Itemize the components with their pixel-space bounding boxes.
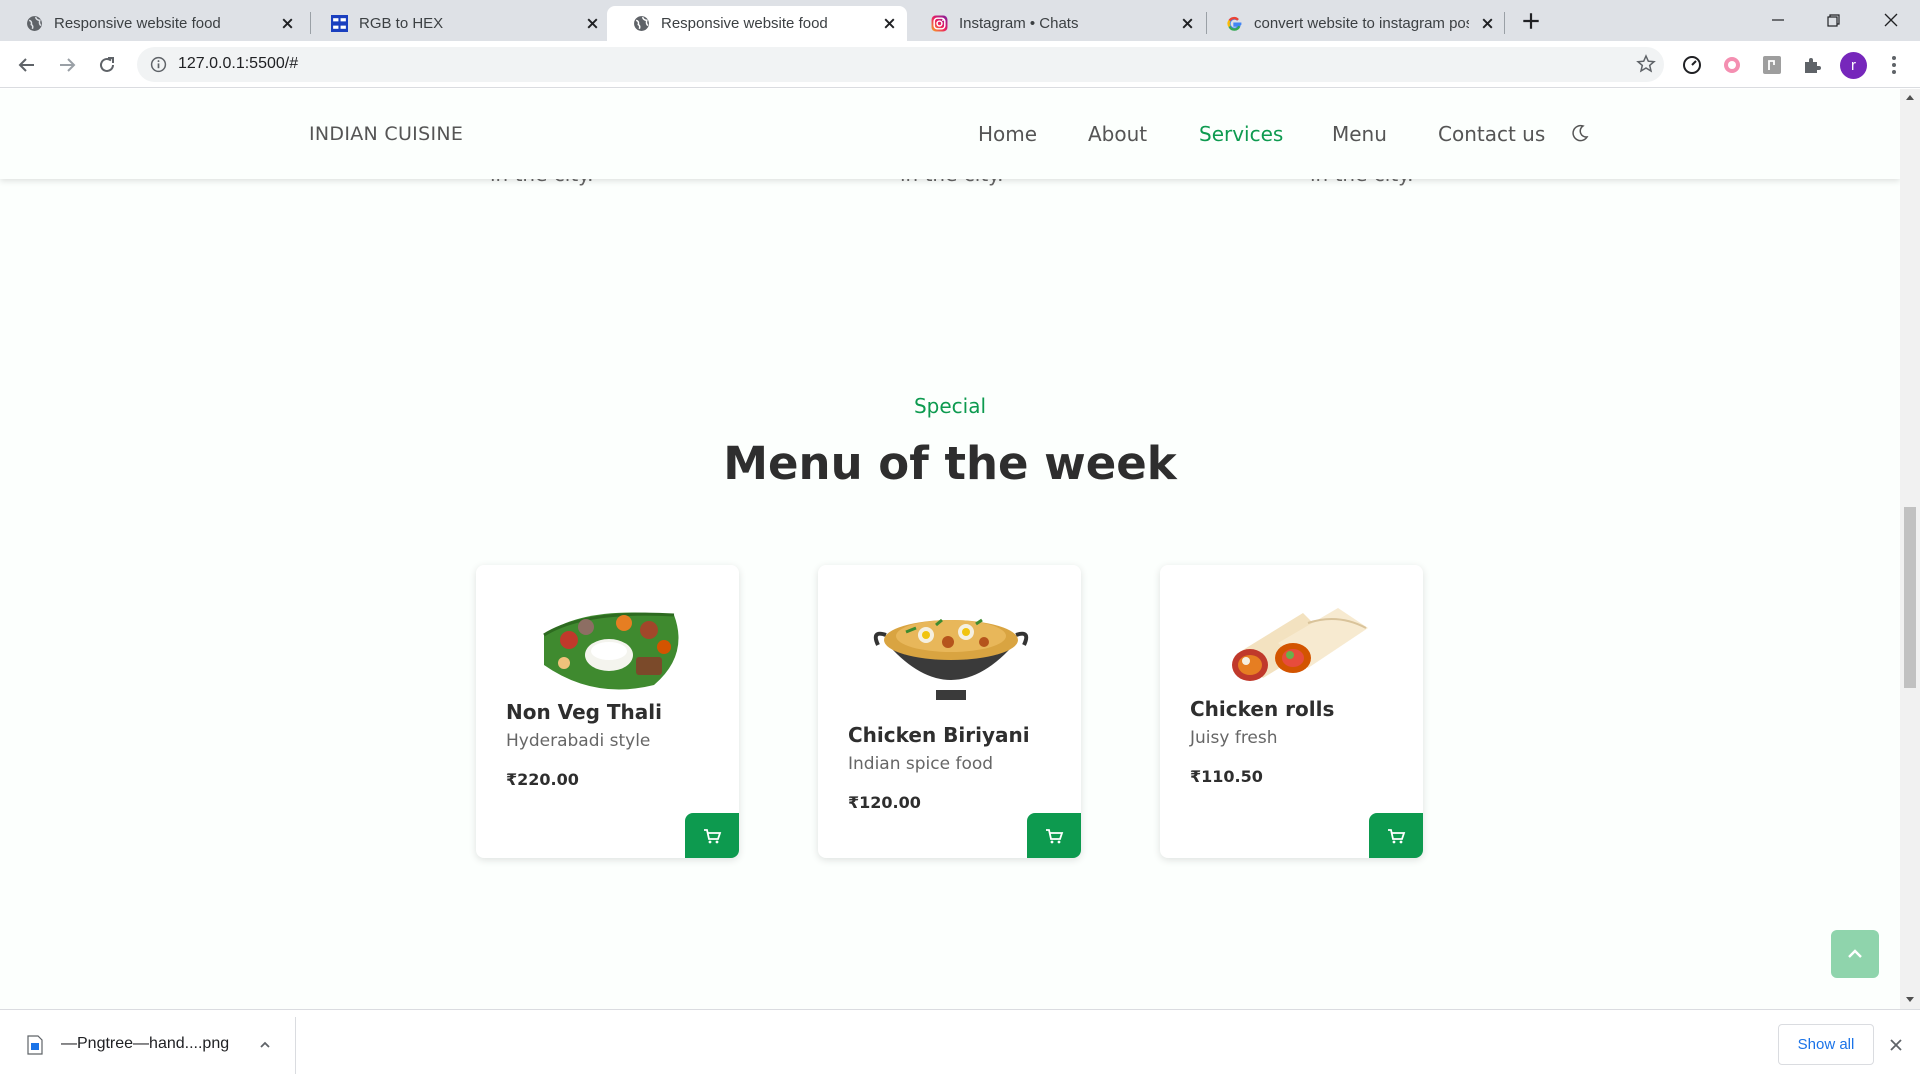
close-icon[interactable] [1480,16,1495,31]
rgb-hex-site-icon [331,15,348,32]
tab-divider [1504,12,1505,34]
add-to-cart-button[interactable] [1027,813,1081,858]
moon-icon[interactable] [1570,123,1590,143]
new-tab-icon[interactable] [1520,10,1542,32]
tab-title: RGB to HEX [359,15,444,32]
site-header: INDIAN CUISINE Home About Services Menu … [0,89,1900,179]
bookmark-star-icon[interactable] [1636,54,1656,74]
card-name: Chicken rolls [1190,697,1335,721]
instagram-icon [931,15,948,32]
browser-tab-active[interactable]: Responsive website food [607,6,907,41]
tab-title: Responsive website food [661,15,828,32]
menu-card: Non Veg Thali Hyderabadi style ₹220.00 [476,565,739,858]
menu-card: Chicken rolls Juisy fresh ₹110.50 [1160,565,1423,858]
biriyani-image [873,618,1029,700]
nav-services[interactable]: Services [1199,122,1283,146]
page-viewport: in the city. in the city. in the city. I… [0,89,1900,1009]
close-icon[interactable] [280,16,295,31]
nav-contact[interactable]: Contact us [1438,122,1545,146]
rolls-image [1232,608,1368,681]
tab-strip: Responsive website food RGB to HEX Respo… [0,0,1920,41]
browser-toolbar: 127.0.0.1:5500/# r [0,41,1920,88]
card-name: Chicken Biriyani [848,723,1030,747]
thali-image [543,612,679,690]
browser-tab[interactable]: Responsive website food [0,6,305,41]
chevron-up-icon [1848,949,1862,958]
nav-about[interactable]: About [1088,122,1147,146]
menu-card: Chicken Biriyani Indian spice food ₹120.… [818,565,1081,858]
minimize-icon[interactable] [1765,8,1791,32]
address-bar[interactable]: 127.0.0.1:5500/# [137,47,1664,82]
scroll-arrow-down-icon[interactable] [1905,996,1915,1004]
close-icon[interactable] [882,16,897,31]
card-description: Juisy fresh [1190,728,1278,748]
card-description: Indian spice food [848,754,994,774]
browser-tab[interactable]: convert website to instagram pos [1200,6,1505,41]
browser-tab[interactable]: RGB to HEX [305,6,610,41]
close-icon[interactable] [1888,1037,1904,1053]
restore-icon[interactable] [1820,8,1846,32]
add-to-cart-button[interactable] [1369,813,1423,858]
more-menu-icon[interactable] [1882,53,1906,77]
globe-icon [634,16,649,31]
image-file-icon [27,1035,43,1055]
reload-icon[interactable] [95,53,119,77]
tab-title: convert website to instagram pos [1254,15,1469,32]
card-description: Hyderabadi style [506,731,651,751]
scroll-arrow-up-icon[interactable] [1905,93,1915,101]
url-text: 127.0.0.1:5500/# [178,55,299,72]
gray-extension-icon[interactable] [1760,53,1784,77]
card-price: ₹110.50 [1190,767,1263,786]
tab-title: Responsive website food [54,15,221,32]
speedometer-extension-icon[interactable] [1680,53,1704,77]
site-info-icon[interactable] [150,56,167,73]
tab-title: Instagram • Chats [959,15,1079,32]
extensions-puzzle-icon[interactable] [1800,53,1824,77]
google-icon [1227,16,1242,31]
cart-icon [1046,828,1064,843]
forward-icon[interactable] [55,53,79,77]
site-logo[interactable]: INDIAN CUISINE [309,123,463,145]
section-title: Menu of the week [723,437,1177,490]
cart-icon [1388,828,1406,843]
globe-icon [27,16,42,31]
download-divider [295,1017,296,1074]
back-icon[interactable] [15,53,39,77]
section-subtitle: Special [913,394,987,418]
download-bar: —Pngtree—hand....png Show all [0,1009,1920,1080]
close-icon[interactable] [1180,16,1195,31]
close-icon[interactable] [585,16,600,31]
nav-menu[interactable]: Menu [1332,122,1387,146]
scroll-up-button[interactable] [1831,930,1879,978]
browser-tab[interactable]: Instagram • Chats [905,6,1205,41]
nav-home[interactable]: Home [978,122,1037,146]
add-to-cart-button[interactable] [685,813,739,858]
profile-avatar[interactable]: r [1840,52,1867,79]
download-file-name[interactable]: —Pngtree—hand....png [61,1035,229,1053]
record-extension-icon[interactable] [1720,53,1744,77]
page-scrollbar[interactable] [1900,89,1920,1009]
show-all-button[interactable]: Show all [1778,1024,1874,1065]
cart-icon [704,828,722,843]
chevron-up-icon[interactable] [258,1038,272,1052]
card-price: ₹120.00 [848,793,921,812]
card-name: Non Veg Thali [506,700,662,724]
window-close-icon[interactable] [1878,8,1904,32]
card-price: ₹220.00 [506,770,579,789]
scrollbar-thumb[interactable] [1904,507,1916,688]
